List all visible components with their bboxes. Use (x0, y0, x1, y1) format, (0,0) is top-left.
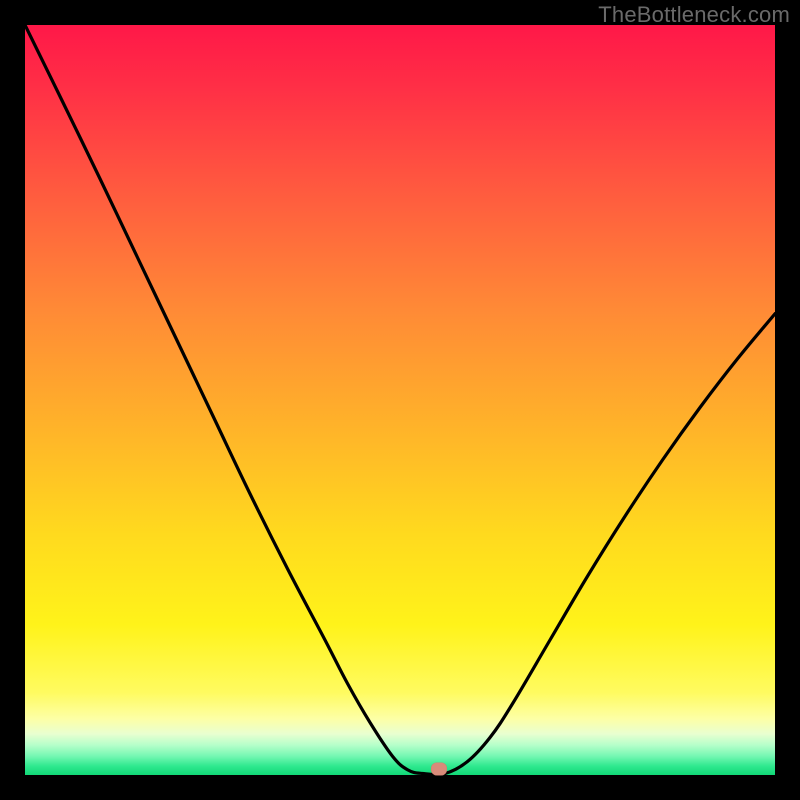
bottleneck-curve (25, 25, 775, 775)
curve-path (25, 25, 775, 775)
chart-frame: TheBottleneck.com (0, 0, 800, 800)
minimum-marker (431, 763, 447, 776)
plot-area (25, 25, 775, 775)
